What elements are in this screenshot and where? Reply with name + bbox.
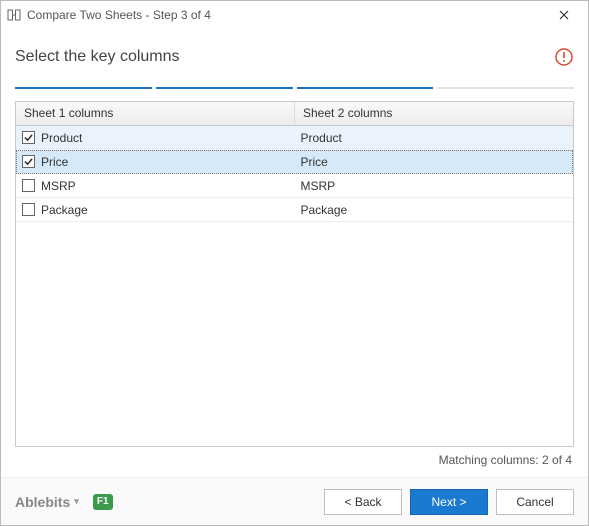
page-heading: Select the key columns xyxy=(15,48,554,66)
help-button[interactable]: F1 xyxy=(93,494,113,510)
table-row[interactable]: Product Product xyxy=(16,126,573,150)
progress-seg-1 xyxy=(15,87,152,89)
chevron-down-icon: ▾ xyxy=(74,496,79,507)
step-progress xyxy=(15,87,574,89)
row-checkbox[interactable] xyxy=(22,203,35,216)
brand-menu[interactable]: Ablebits ▾ xyxy=(15,494,79,510)
table-row[interactable]: Price Price xyxy=(16,150,573,174)
next-button[interactable]: Next > xyxy=(410,489,488,515)
help-label: F1 xyxy=(97,496,109,507)
table-body: Product Product Price Price xyxy=(16,126,573,446)
app-icon xyxy=(7,8,21,22)
titlebar: Compare Two Sheets - Step 3 of 4 xyxy=(1,1,588,29)
table-row[interactable]: MSRP MSRP xyxy=(16,174,573,198)
dialog-compare-two-sheets: Compare Two Sheets - Step 3 of 4 Select … xyxy=(0,0,589,526)
cell-label: Product xyxy=(41,131,82,145)
close-button[interactable] xyxy=(546,1,582,29)
content-area: Select the key columns Sheet 1 columns S… xyxy=(1,29,588,477)
cell-label: MSRP xyxy=(41,179,76,193)
window-title: Compare Two Sheets - Step 3 of 4 xyxy=(27,8,540,22)
cell-sheet1: Package xyxy=(16,198,295,221)
row-checkbox[interactable] xyxy=(22,179,35,192)
row-checkbox[interactable] xyxy=(22,155,35,168)
row-checkbox[interactable] xyxy=(22,131,35,144)
table-header: Sheet 1 columns Sheet 2 columns xyxy=(16,102,573,126)
col-header-sheet2[interactable]: Sheet 2 columns xyxy=(295,102,573,125)
cell-label: Package xyxy=(41,203,88,217)
header-row: Select the key columns xyxy=(15,29,574,85)
back-button[interactable]: < Back xyxy=(324,489,402,515)
cell-sheet2: Price xyxy=(295,150,574,173)
cell-sheet1: Price xyxy=(16,150,295,173)
cancel-button[interactable]: Cancel xyxy=(496,489,574,515)
progress-seg-3 xyxy=(297,87,434,89)
cell-sheet1: Product xyxy=(16,126,295,149)
progress-seg-4 xyxy=(437,87,574,89)
col-header-sheet1[interactable]: Sheet 1 columns xyxy=(16,102,295,125)
check-icon xyxy=(24,133,33,142)
close-icon xyxy=(559,10,569,20)
warning-icon[interactable] xyxy=(554,47,574,67)
cell-label: Price xyxy=(41,155,68,169)
footer: Ablebits ▾ F1 < Back Next > Cancel xyxy=(1,477,588,525)
brand-label: Ablebits xyxy=(15,494,70,510)
cell-label: Price xyxy=(301,155,328,169)
cell-sheet2: Package xyxy=(295,198,574,221)
cell-label: Package xyxy=(301,203,348,217)
table-row[interactable]: Package Package xyxy=(16,198,573,222)
cell-label: MSRP xyxy=(301,179,336,193)
columns-table: Sheet 1 columns Sheet 2 columns Product … xyxy=(15,101,574,447)
cell-sheet2: MSRP xyxy=(295,174,574,197)
check-icon xyxy=(24,157,33,166)
matching-status: Matching columns: 2 of 4 xyxy=(15,447,574,469)
cell-label: Product xyxy=(301,131,342,145)
cell-sheet2: Product xyxy=(295,126,574,149)
progress-seg-2 xyxy=(156,87,293,89)
cell-sheet1: MSRP xyxy=(16,174,295,197)
